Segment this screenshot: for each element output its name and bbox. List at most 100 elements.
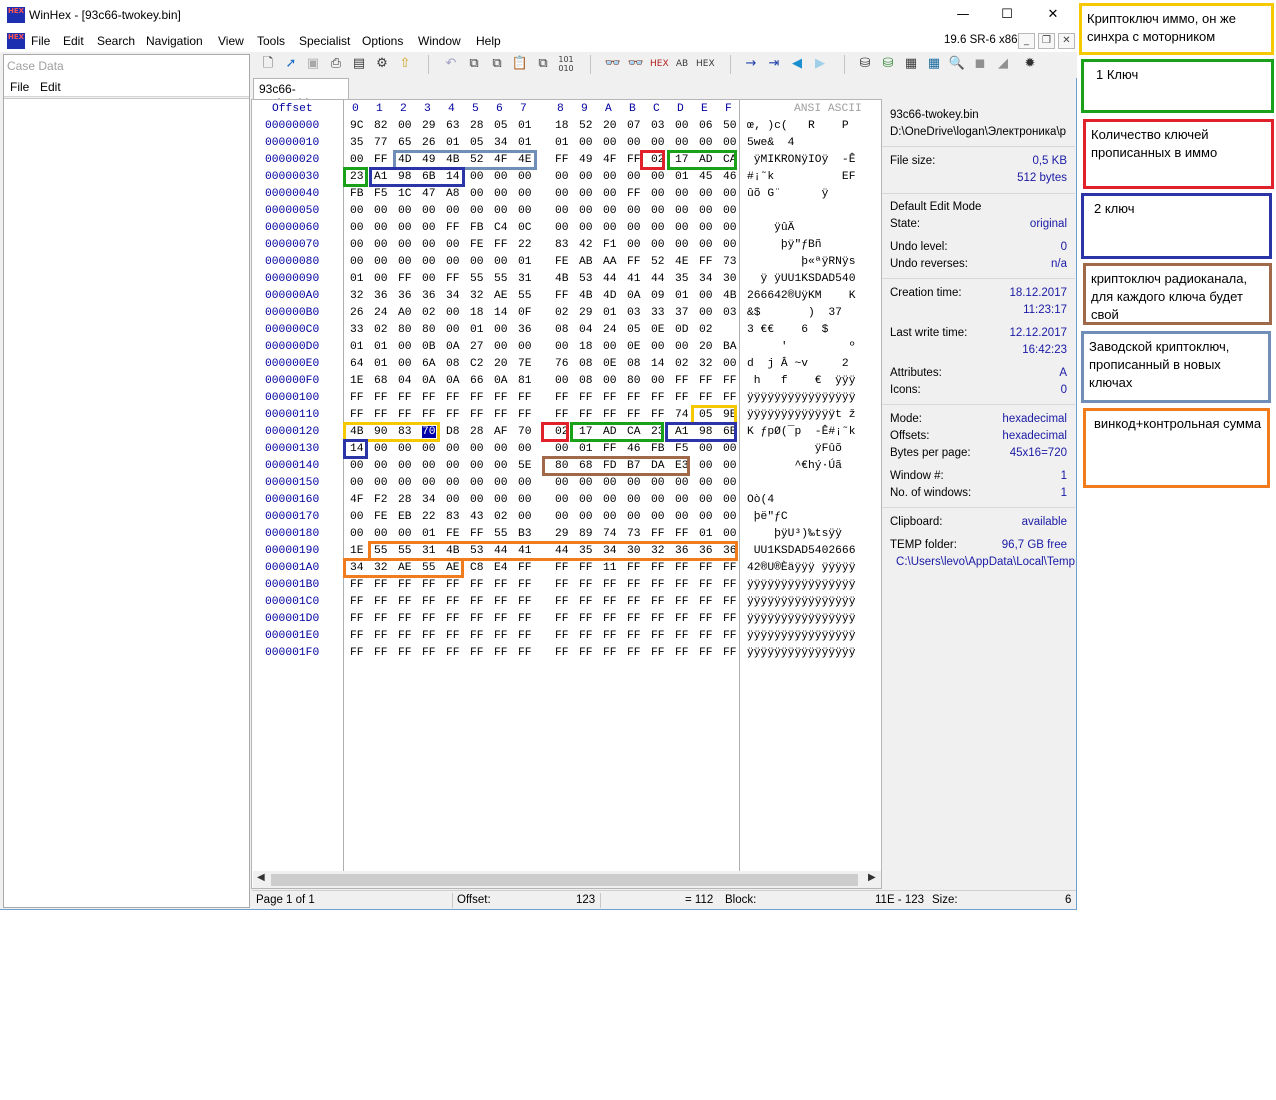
hex-byte[interactable]: BA [723, 341, 737, 353]
hex-byte[interactable]: FF [374, 647, 388, 659]
hex-byte[interactable]: 14 [350, 443, 364, 455]
hex-byte[interactable]: 00 [446, 205, 460, 217]
hex-byte[interactable]: 00 [494, 205, 508, 217]
hex-byte[interactable]: FF [446, 647, 460, 659]
hex-byte[interactable]: 00 [398, 205, 412, 217]
hex-byte[interactable]: FF [470, 613, 484, 625]
back-icon[interactable]: ◀ [788, 55, 806, 73]
hex-byte[interactable]: 55 [470, 273, 484, 285]
hex-byte[interactable]: 00 [398, 528, 412, 540]
hex-byte[interactable]: FF [518, 647, 532, 659]
hex-row[interactable]: 00000170 00 FE EB 22 83 43 02 00 00 00 00 00 00 00 00 00… [252, 511, 882, 528]
hex-byte[interactable]: 00 [579, 188, 593, 200]
hex-byte[interactable]: FF [555, 596, 569, 608]
hex-byte[interactable]: 00 [651, 137, 665, 149]
hex-byte[interactable]: FF [374, 579, 388, 591]
hex-byte[interactable]: FF [723, 392, 737, 404]
hex-byte[interactable]: FF [494, 239, 508, 251]
hex-byte[interactable]: 80 [422, 324, 436, 336]
hex-byte[interactable]: 01 [555, 137, 569, 149]
hex-byte[interactable]: 05 [699, 409, 713, 421]
hex-byte[interactable]: FF [470, 409, 484, 421]
hex-byte[interactable]: 00 [699, 460, 713, 472]
hex-row[interactable]: 00000100 FF FF FF FF FF FF FF FF FF FF FF FF FF FF FF FF… [252, 392, 882, 409]
hex-byte[interactable]: 0A [446, 341, 460, 353]
hex-byte[interactable]: 34 [350, 562, 364, 574]
hex-byte[interactable]: AD [699, 154, 713, 166]
hex-row[interactable]: 00000090 01 00 FF 00 FF 55 55 31 4B 53 44 41 44 35 34 30… [252, 273, 882, 290]
hex-byte[interactable]: FF [350, 613, 364, 625]
hex-byte[interactable]: 00 [723, 460, 737, 472]
hex-byte[interactable]: 01 [518, 256, 532, 268]
hex-byte[interactable]: FF [627, 613, 641, 625]
hex-byte[interactable]: 00 [555, 511, 569, 523]
hex-byte[interactable]: 32 [350, 290, 364, 302]
hex-byte[interactable]: FF [350, 630, 364, 642]
hex-byte[interactable]: F1 [603, 239, 617, 251]
hex-byte[interactable]: 02 [699, 324, 713, 336]
case-tree[interactable] [4, 98, 249, 907]
hex-byte[interactable]: 52 [470, 154, 484, 166]
ascii-text[interactable]: þÿ"ƒBñ [747, 239, 822, 251]
hex-byte[interactable]: 33 [350, 324, 364, 336]
hex-byte[interactable]: 00 [603, 341, 617, 353]
hex-byte[interactable]: FF [555, 562, 569, 574]
hex-byte[interactable]: AE [494, 290, 508, 302]
hex-byte[interactable]: 01 [603, 307, 617, 319]
case-menu-file[interactable]: File [10, 80, 29, 94]
hex-byte[interactable]: 00 [422, 256, 436, 268]
hex-row[interactable]: 00000120 4B 90 83 70 D8 28 AF 70 02 17 AD CA 23 A1 98 6B… [252, 426, 882, 443]
hex-byte[interactable]: FF [627, 392, 641, 404]
hex-byte[interactable]: 00 [723, 443, 737, 455]
paste-write-icon[interactable]: ⧉ [534, 55, 552, 73]
hex-byte[interactable]: 32 [651, 545, 665, 557]
ascii-text[interactable]: ÿûÄ [747, 222, 794, 234]
hex-byte[interactable]: 02 [651, 154, 665, 166]
hex-byte[interactable]: FF [651, 613, 665, 625]
hex-byte[interactable]: 01 [350, 341, 364, 353]
hex-byte[interactable]: 00 [446, 307, 460, 319]
hex-byte[interactable]: 04 [398, 375, 412, 387]
hex-byte[interactable]: FF [603, 613, 617, 625]
copy-block-icon[interactable]: ⧉ [488, 55, 506, 73]
hex-byte[interactable]: 32 [374, 562, 388, 574]
hex-byte[interactable]: 23 [651, 426, 665, 438]
hex-byte[interactable]: 28 [470, 120, 484, 132]
hex-byte[interactable]: FF [723, 375, 737, 387]
hex-byte[interactable]: CA [627, 426, 641, 438]
hex-byte[interactable]: 49 [422, 154, 436, 166]
hex-byte[interactable]: 00 [627, 511, 641, 523]
hex-byte[interactable]: 00 [651, 341, 665, 353]
hex-byte[interactable]: 4F [603, 154, 617, 166]
hex-byte[interactable]: CA [723, 154, 737, 166]
hex-byte[interactable]: 00 [555, 477, 569, 489]
hex-byte[interactable]: FF [555, 630, 569, 642]
hex-byte[interactable]: 44 [603, 273, 617, 285]
hex-byte[interactable]: 01 [518, 137, 532, 149]
hex-byte[interactable]: 4D [398, 154, 412, 166]
hex-byte[interactable]: FF [651, 647, 665, 659]
hex-byte[interactable]: FB [651, 443, 665, 455]
hex-byte[interactable]: 00 [350, 477, 364, 489]
hex-byte[interactable]: 00 [398, 341, 412, 353]
hex-byte[interactable]: 4D [603, 290, 617, 302]
hex-byte[interactable]: 00 [422, 273, 436, 285]
hex-byte[interactable]: FF [699, 562, 713, 574]
hex-byte[interactable]: 00 [470, 443, 484, 455]
hex-byte[interactable]: 76 [555, 358, 569, 370]
ram-editor-icon[interactable]: ▦ [902, 55, 920, 73]
hex-byte[interactable]: FF [470, 579, 484, 591]
hex-byte[interactable]: 03 [627, 307, 641, 319]
ascii-text[interactable]: ÿÿÿÿÿÿÿÿÿÿÿÿÿÿÿÿ [747, 630, 855, 642]
hex-byte[interactable]: FF [446, 222, 460, 234]
hex-byte[interactable]: 00 [603, 511, 617, 523]
hex-byte[interactable]: FB [350, 188, 364, 200]
hex-byte[interactable]: 73 [723, 256, 737, 268]
hex-byte[interactable]: 6B [723, 426, 737, 438]
hex-byte[interactable]: FB [470, 222, 484, 234]
open-disk-icon[interactable]: ⛁ [856, 55, 874, 73]
hex-byte[interactable]: FF [494, 409, 508, 421]
hex-byte[interactable]: 03 [723, 307, 737, 319]
hex-byte[interactable]: 09 [651, 290, 665, 302]
hex-byte[interactable]: 00 [446, 239, 460, 251]
